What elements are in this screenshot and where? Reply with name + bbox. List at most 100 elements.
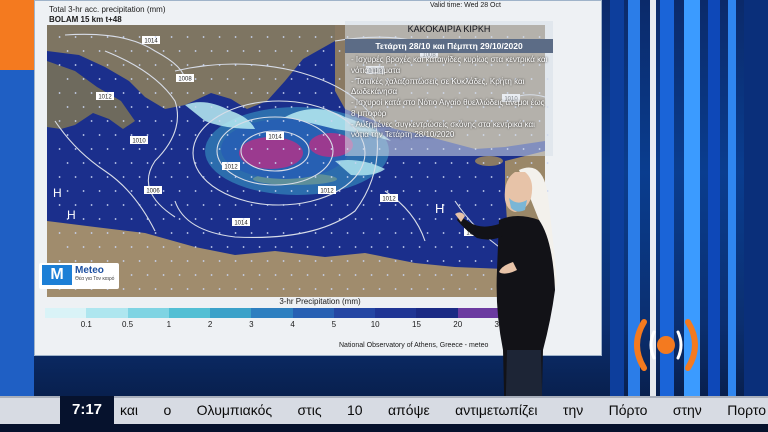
wind-dot <box>378 288 381 290</box>
wind-dot <box>226 50 229 52</box>
wind-dot <box>74 148 77 150</box>
wind-dot <box>82 106 85 108</box>
wind-dot <box>354 190 357 192</box>
isobar-label: 1010 <box>132 139 146 145</box>
studio-stripe <box>708 0 720 432</box>
wind-dot <box>202 232 205 234</box>
wind-dot <box>418 218 421 220</box>
wind-dot <box>306 274 309 276</box>
wind-dot <box>282 148 285 150</box>
wind-dot <box>130 106 133 108</box>
wind-dot <box>146 246 149 248</box>
wind-dot <box>162 162 165 164</box>
legend-tick-label: 10 <box>370 320 380 329</box>
wind-dot <box>410 204 413 206</box>
wind-dot <box>386 218 389 220</box>
wind-dot <box>234 92 237 94</box>
wind-dot <box>186 232 189 234</box>
wind-dot <box>138 64 141 66</box>
wind-dot <box>314 232 317 234</box>
wind-dot <box>322 106 325 108</box>
wind-dot <box>330 120 333 122</box>
broadcast-signal-icon <box>634 319 698 371</box>
wind-dot <box>202 176 205 178</box>
wind-dot <box>178 218 181 220</box>
wind-dot <box>306 78 309 80</box>
wind-dot <box>90 64 93 66</box>
wind-dot <box>258 78 261 80</box>
wind-dot <box>314 260 317 262</box>
wind-dot <box>410 260 413 262</box>
wind-dot <box>370 274 373 276</box>
wind-dot <box>354 274 357 276</box>
wind-dot <box>250 260 253 262</box>
wind-dot <box>346 288 349 290</box>
wind-dot <box>330 92 333 94</box>
wind-dot <box>146 190 149 192</box>
wind-dot <box>322 274 325 276</box>
wind-dot <box>170 64 173 66</box>
wind-dot <box>426 204 429 206</box>
high-pressure-marker: H <box>53 186 62 200</box>
wind-dot <box>298 232 301 234</box>
warning-dates: Τετάρτη 28/10 και Πέμπτη 29/10/2020 <box>345 39 553 53</box>
wind-dot <box>154 36 157 38</box>
wind-dot <box>122 36 125 38</box>
wind-dot <box>234 260 237 262</box>
legend-color-cell <box>375 308 417 318</box>
wind-dot <box>58 204 61 206</box>
wind-dot <box>234 232 237 234</box>
wind-dot <box>154 64 157 66</box>
wind-dot <box>418 190 421 192</box>
wind-dot <box>314 288 317 290</box>
wind-dot <box>290 274 293 276</box>
wind-dot <box>266 36 269 38</box>
wind-dot <box>218 288 221 290</box>
legend-tick-label: 0.5 <box>121 320 134 329</box>
warning-bullet: - Ισχυροί κατά στο Νότιο Αιγαίο θυελλώδε… <box>351 98 545 118</box>
wind-dot <box>314 204 317 206</box>
wind-dot <box>298 64 301 66</box>
legend-tick-label: 5 <box>331 320 337 329</box>
wind-dot <box>82 162 85 164</box>
wind-dot <box>322 246 325 248</box>
wind-dot <box>266 120 269 122</box>
wind-dot <box>442 232 445 234</box>
studio-accent-orange <box>0 0 34 70</box>
wind-dot <box>170 36 173 38</box>
wind-dot <box>154 148 157 150</box>
wind-dot <box>290 246 293 248</box>
wind-dot <box>202 64 205 66</box>
wind-dot <box>386 190 389 192</box>
wind-dot <box>250 176 253 178</box>
wind-dot <box>242 50 245 52</box>
wind-dot <box>170 148 173 150</box>
wind-dot <box>114 50 117 52</box>
wind-dot <box>194 78 197 80</box>
wind-dot <box>450 218 453 220</box>
wind-dot <box>250 120 253 122</box>
wind-dot <box>354 218 357 220</box>
bottom-band <box>0 424 768 432</box>
wind-dot <box>338 162 341 164</box>
warning-title: ΚΑΚΟΚΑΙΡΙΑ ΚΙΡΚΗ <box>407 24 491 34</box>
wind-dot <box>178 134 181 136</box>
wind-dot <box>218 260 221 262</box>
wind-dot <box>250 232 253 234</box>
wind-dot <box>98 134 101 136</box>
wind-dot <box>218 148 221 150</box>
wind-dot <box>114 190 117 192</box>
wind-dot <box>338 78 341 80</box>
wind-dot <box>90 232 93 234</box>
wind-dot <box>234 176 237 178</box>
wind-dot <box>122 288 125 290</box>
wind-dot <box>394 176 397 178</box>
wind-dot <box>154 204 157 206</box>
wind-dot <box>378 204 381 206</box>
wind-dot <box>146 162 149 164</box>
wind-dot <box>234 288 237 290</box>
wind-dot <box>122 232 125 234</box>
wind-dot <box>226 134 229 136</box>
wind-dot <box>66 162 69 164</box>
wind-dot <box>58 176 61 178</box>
